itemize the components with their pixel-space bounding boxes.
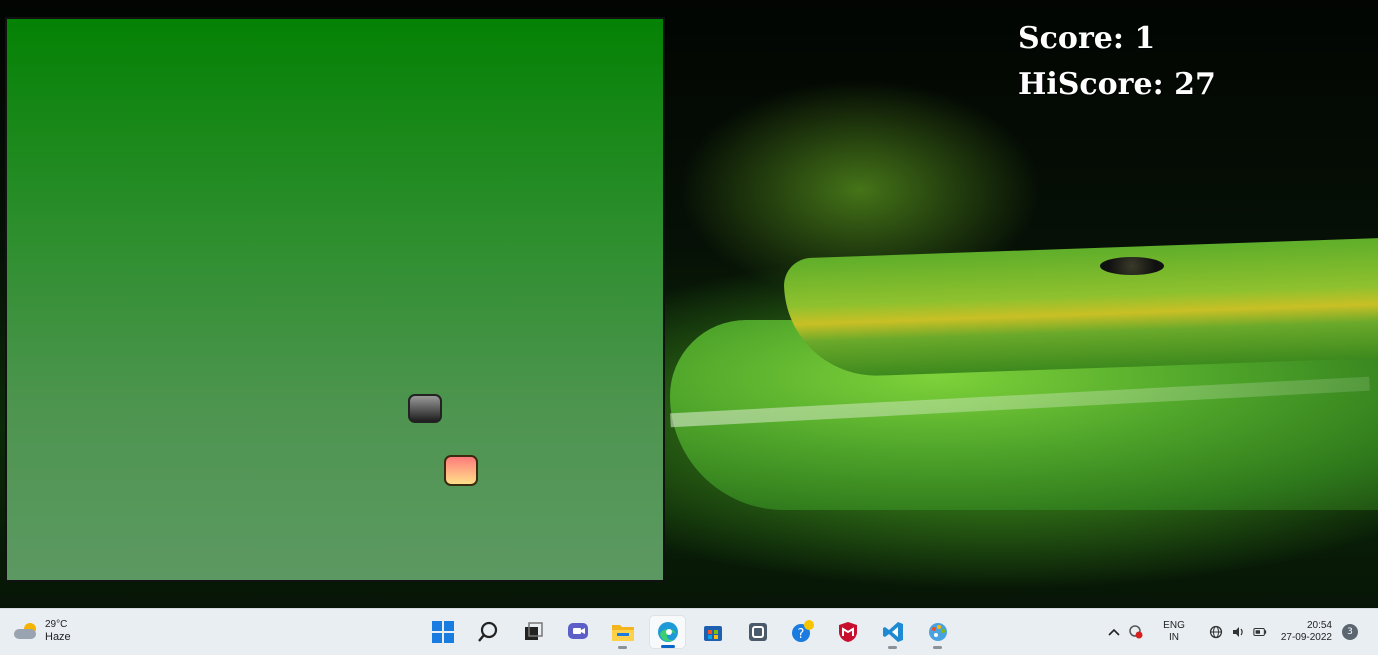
app-button[interactable] (739, 615, 776, 649)
windows-icon (431, 621, 454, 643)
chat-icon (567, 623, 588, 639)
notification-badge[interactable]: 3 (1342, 624, 1358, 640)
file-explorer-button[interactable] (604, 615, 641, 649)
edge-icon (657, 622, 678, 642)
language-code: ENG (1163, 620, 1185, 631)
security-alert-icon[interactable] (1129, 625, 1143, 639)
vscode-button[interactable] (874, 615, 911, 649)
snake-eye-art (1100, 257, 1164, 275)
taskbar: 29°C Haze ? ENG IN 20:54 27-09-2022 3 (0, 608, 1378, 655)
store-icon (703, 626, 722, 641)
hiscore-label: HiScore: 27 (1018, 67, 1216, 102)
paint-button[interactable] (919, 615, 956, 649)
clock-time: 20:54 (1306, 620, 1332, 631)
app-icon (748, 623, 767, 641)
folder-icon (611, 625, 634, 641)
battery-icon[interactable] (1253, 625, 1267, 639)
weather-widget[interactable]: 29°C Haze (14, 618, 71, 644)
task-view-button[interactable] (514, 615, 551, 649)
weather-cloud-icon (14, 623, 38, 639)
scoreboard: Score: 1 HiScore: 27 (1018, 16, 1216, 108)
clock[interactable]: 20:54 27-09-2022 (1281, 620, 1332, 644)
help-icon: ? (791, 620, 814, 642)
language-region: IN (1169, 632, 1179, 643)
paint-palette-icon (928, 623, 947, 641)
search-button[interactable] (469, 615, 506, 649)
chat-button[interactable] (559, 615, 596, 649)
mcafee-button[interactable] (829, 615, 866, 649)
taskbar-apps: ? (424, 615, 956, 649)
score-label: Score: 1 (1018, 21, 1156, 56)
language-indicator[interactable]: ENG IN (1163, 620, 1185, 644)
network-globe-icon[interactable] (1209, 625, 1223, 639)
show-hidden-icons-chevron-up-icon[interactable] (1107, 625, 1121, 639)
search-icon (477, 621, 497, 642)
svg-text:?: ? (797, 627, 804, 642)
clock-date: 27-09-2022 (1280, 632, 1332, 643)
help-button[interactable]: ? (784, 615, 821, 649)
vscode-icon (882, 622, 903, 642)
volume-icon[interactable] (1231, 625, 1245, 639)
start-button[interactable] (424, 615, 461, 649)
store-button[interactable] (694, 615, 731, 649)
system-tray: ENG IN 20:54 27-09-2022 3 (1099, 609, 1378, 655)
task-view-icon (524, 622, 543, 640)
food (444, 455, 478, 486)
weather-condition: Haze (45, 631, 71, 643)
snake-head (408, 394, 442, 423)
weather-temp: 29°C (45, 619, 68, 630)
game-board[interactable] (5, 17, 665, 582)
edge-browser-button[interactable] (649, 615, 686, 649)
mcafee-shield-icon (838, 622, 857, 642)
snake-head-art (783, 237, 1378, 379)
